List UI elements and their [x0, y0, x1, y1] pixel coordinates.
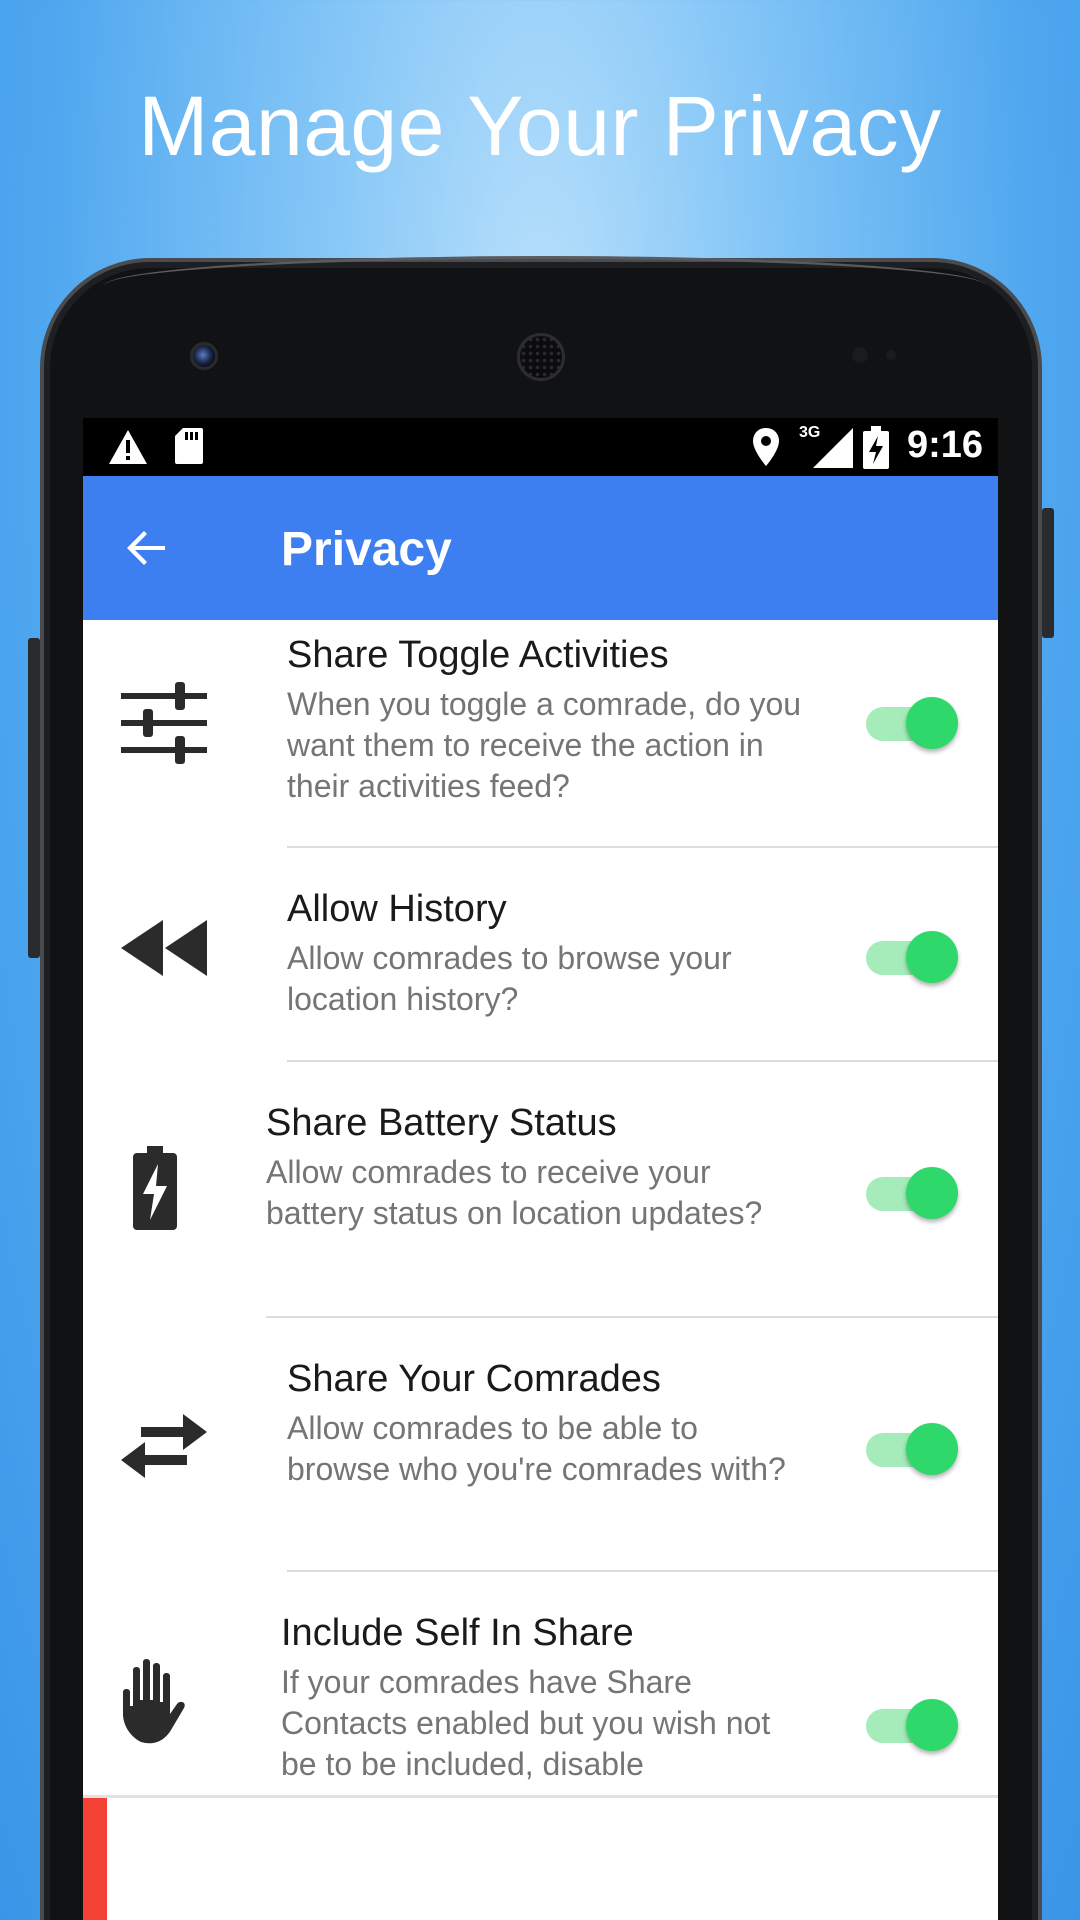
hand-icon — [123, 1659, 185, 1744]
signal-icon: 3G — [799, 424, 855, 470]
share-toggle-activities-switch[interactable] — [866, 692, 958, 752]
volume-button — [28, 638, 40, 958]
setting-title: Share Toggle Activities — [287, 634, 669, 676]
bottom-panel — [83, 1795, 998, 1920]
allow-history-switch[interactable] — [866, 926, 958, 986]
setting-description: Allow comrades to be able to browse who … — [287, 1410, 786, 1487]
setting-row-share-toggle-activities[interactable]: Share Toggle Activities When you toggle … — [83, 620, 998, 850]
battery-charging-icon — [133, 1146, 177, 1230]
power-button — [1042, 508, 1054, 638]
location-icon — [753, 428, 779, 466]
setting-title: Include Self In Share — [281, 1612, 634, 1654]
setting-description: Allow comrades to receive your battery s… — [266, 1154, 763, 1231]
battery-charging-icon — [863, 426, 889, 469]
swap-arrows-icon — [121, 1414, 207, 1478]
setting-title: Share Battery Status — [266, 1102, 617, 1144]
setting-description: If your comrades have Share Contacts ena… — [281, 1664, 771, 1782]
app-bar: Privacy — [83, 476, 998, 620]
setting-row-allow-history[interactable]: Allow History Allow comrades to browse y… — [83, 848, 998, 1062]
status-bar: 3G 9:16 — [83, 418, 998, 476]
rewind-icon — [121, 920, 207, 976]
include-self-in-share-switch[interactable] — [866, 1694, 958, 1754]
setting-row-share-battery-status[interactable]: Share Battery Status Allow comrades to r… — [83, 1062, 998, 1318]
phone-screen: 3G 9:16 Privacy Share Toggle Activities … — [83, 418, 998, 1920]
network-type-label: 3G — [799, 424, 821, 441]
settings-list: Share Toggle Activities When you toggle … — [83, 620, 998, 1795]
warning-icon — [109, 430, 147, 464]
back-arrow-icon[interactable] — [123, 524, 171, 572]
setting-title: Share Your Comrades — [287, 1358, 661, 1400]
setting-description: When you toggle a comrade, do you want t… — [287, 686, 802, 804]
light-sensor — [886, 350, 896, 360]
proximity-sensor — [852, 347, 868, 363]
headline: Manage Your Privacy — [138, 79, 942, 173]
front-camera — [190, 342, 218, 370]
red-tab-edge — [83, 1798, 107, 1920]
setting-description: Allow comrades to browse your location h… — [287, 940, 732, 1017]
sd-card-icon — [175, 428, 203, 464]
setting-row-share-your-comrades[interactable]: Share Your Comrades Allow comrades to be… — [83, 1318, 998, 1572]
share-battery-status-switch[interactable] — [866, 1162, 958, 1222]
tune-sliders-icon — [121, 682, 207, 764]
setting-title: Allow History — [287, 888, 507, 930]
share-your-comrades-switch[interactable] — [866, 1418, 958, 1478]
clock: 9:16 — [907, 424, 984, 466]
setting-row-include-self-in-share[interactable]: Include Self In Share If your comrades h… — [83, 1572, 998, 1795]
page-title: Privacy — [281, 523, 452, 576]
earpiece-speaker — [517, 333, 565, 381]
